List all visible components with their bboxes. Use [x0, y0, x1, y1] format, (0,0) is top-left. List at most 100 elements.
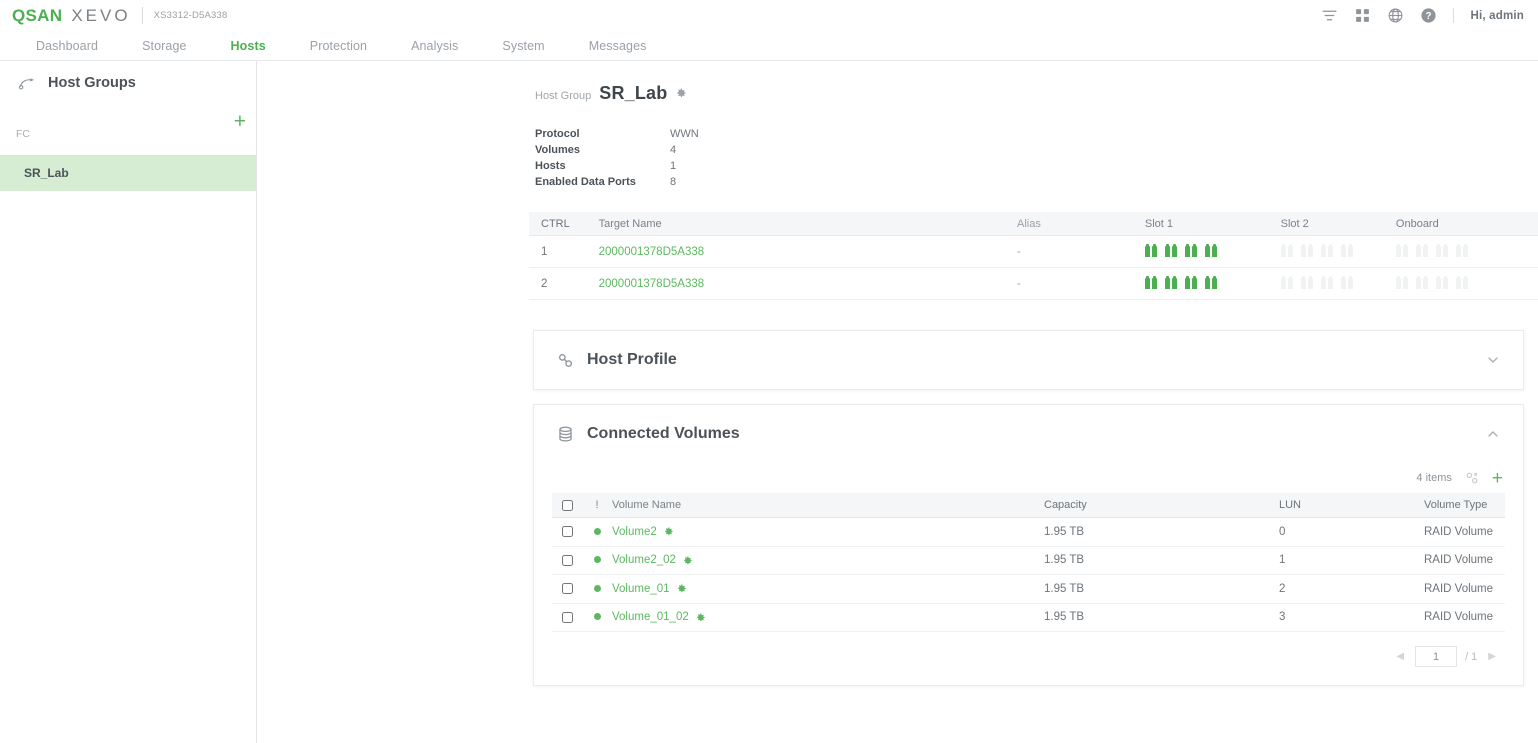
chevron-down-icon[interactable]	[1485, 352, 1501, 368]
property-row-enabled-data-ports: Enabled Data Ports 8	[535, 174, 1538, 190]
target-name-link[interactable]: 2000001378D5A338	[599, 246, 705, 258]
nav-item-hosts[interactable]: Hosts	[209, 39, 288, 53]
volume-settings-gear-icon[interactable]	[682, 555, 693, 566]
cell-volume-name: Volume_01	[612, 583, 1044, 595]
attach-volume-button[interactable]: +	[1492, 469, 1503, 488]
port-indicator-active	[1152, 246, 1157, 257]
property-value: 8	[670, 176, 676, 188]
port-indicator-inactive	[1321, 246, 1326, 257]
cell-volume-type: RAID Volume	[1424, 583, 1505, 595]
port-indicator-active	[1192, 246, 1197, 257]
pagination-page-input[interactable]	[1415, 646, 1457, 667]
column-header-volume-type: Volume Type	[1424, 499, 1505, 511]
row-checkbox-cell[interactable]	[552, 555, 582, 566]
host-profile-panel-header[interactable]: Host Profile	[534, 331, 1523, 389]
connected-volumes-body: 4 items + ! Volume Name Capa	[534, 463, 1523, 685]
main-navigation: Dashboard Storage Hosts Protection Analy…	[0, 31, 1538, 61]
volume-name-link[interactable]: Volume_01_02	[612, 611, 689, 623]
cell-ctrl: 1	[529, 246, 599, 258]
port-indicator-group	[1145, 246, 1281, 257]
brand-qsan-text: QSAN	[12, 6, 62, 26]
port-pair	[1456, 278, 1468, 289]
unlink-icon[interactable]	[1464, 470, 1480, 486]
sidebar-item-sr-lab[interactable]: SR_Lab	[0, 155, 256, 191]
row-checkbox[interactable]	[562, 583, 573, 594]
cell-onboard-ports	[1396, 278, 1538, 289]
cell-lun: 1	[1279, 554, 1424, 566]
port-indicator-inactive	[1288, 278, 1293, 289]
pagination-next-button[interactable]: ▶	[1485, 651, 1499, 662]
port-indicator-active	[1212, 278, 1217, 289]
port-pair	[1145, 246, 1157, 257]
nav-item-system[interactable]: System	[480, 39, 566, 53]
grid-icon[interactable]	[1354, 7, 1371, 24]
cell-capacity: 1.95 TB	[1044, 554, 1279, 566]
port-indicator-inactive	[1416, 278, 1421, 289]
cell-slot2-ports	[1281, 246, 1396, 257]
cell-onboard-ports	[1396, 246, 1538, 257]
nav-item-storage[interactable]: Storage	[120, 39, 208, 53]
column-header-ctrl: CTRL	[529, 218, 599, 230]
user-greeting[interactable]: Hi, admin	[1470, 10, 1524, 22]
status-dot-ok	[594, 613, 601, 620]
cell-lun: 3	[1279, 611, 1424, 623]
port-indicator-inactive	[1456, 246, 1461, 257]
port-indicator-inactive	[1416, 246, 1421, 257]
select-all-checkbox-cell[interactable]	[552, 500, 582, 511]
pagination-prev-button[interactable]: ◀	[1393, 651, 1407, 662]
main-content: Host Group SR_Lab Protocol WWN Volumes 4…	[257, 61, 1538, 743]
port-indicator-active	[1205, 278, 1210, 289]
port-pair	[1416, 246, 1428, 257]
nav-item-analysis[interactable]: Analysis	[389, 39, 480, 53]
cell-capacity: 1.95 TB	[1044, 583, 1279, 595]
property-row-volumes: Volumes 4	[535, 142, 1538, 158]
target-name-link[interactable]: 2000001378D5A338	[599, 278, 705, 290]
host-group-name: SR_Lab	[599, 83, 667, 104]
help-icon[interactable]: ?	[1420, 7, 1437, 24]
volume-settings-gear-icon[interactable]	[695, 612, 706, 623]
table-row: Volume2 1.95 TB 0 RAID Volume	[552, 518, 1505, 547]
port-indicator-inactive	[1301, 246, 1306, 257]
globe-icon[interactable]	[1387, 7, 1404, 24]
host-group-settings-gear-icon[interactable]	[675, 87, 687, 99]
volume-settings-gear-icon[interactable]	[676, 583, 687, 594]
row-checkbox[interactable]	[562, 555, 573, 566]
volume-settings-gear-icon[interactable]	[663, 526, 674, 537]
select-all-checkbox[interactable]	[562, 500, 573, 511]
brand-logo[interactable]: QSAN XEVO XS3312-D5A338	[12, 6, 227, 26]
cell-slot2-ports	[1281, 278, 1396, 289]
sliders-icon[interactable]	[1321, 7, 1338, 24]
nav-item-dashboard[interactable]: Dashboard	[14, 39, 120, 53]
row-checkbox[interactable]	[562, 526, 573, 537]
column-header-volume-name: Volume Name	[612, 499, 1044, 511]
property-value: WWN	[670, 128, 699, 140]
port-indicator-inactive	[1396, 278, 1401, 289]
port-indicator-active	[1145, 278, 1150, 289]
brand-xevo-text: XEVO	[71, 6, 130, 26]
add-host-group-button[interactable]: +	[234, 111, 246, 132]
row-checkbox-cell[interactable]	[552, 583, 582, 594]
port-indicator-active	[1205, 246, 1210, 257]
table-row: Volume2_02 1.95 TB 1 RAID Volume	[552, 547, 1505, 576]
port-pair	[1396, 278, 1408, 289]
volume-name-link[interactable]: Volume2	[612, 526, 657, 538]
port-pair	[1145, 278, 1157, 289]
connected-volumes-panel-header[interactable]: Connected Volumes	[534, 405, 1523, 463]
port-pair	[1281, 278, 1293, 289]
volume-name-link[interactable]: Volume2_02	[612, 554, 676, 566]
cell-capacity: 1.95 TB	[1044, 611, 1279, 623]
port-indicator-active	[1172, 278, 1177, 289]
port-pair	[1301, 246, 1313, 257]
row-checkbox-cell[interactable]	[552, 526, 582, 537]
chevron-up-icon[interactable]	[1485, 426, 1501, 442]
status-dot-ok	[594, 556, 601, 563]
row-checkbox[interactable]	[562, 612, 573, 623]
nav-item-protection[interactable]: Protection	[288, 39, 389, 53]
connected-volumes-panel: Connected Volumes 4 items	[533, 404, 1524, 686]
row-checkbox-cell[interactable]	[552, 612, 582, 623]
database-icon	[556, 425, 575, 444]
sidebar-group-label-fc: FC	[0, 128, 256, 140]
port-indicator-inactive	[1403, 278, 1408, 289]
volume-name-link[interactable]: Volume_01	[612, 583, 670, 595]
nav-item-messages[interactable]: Messages	[567, 39, 669, 53]
